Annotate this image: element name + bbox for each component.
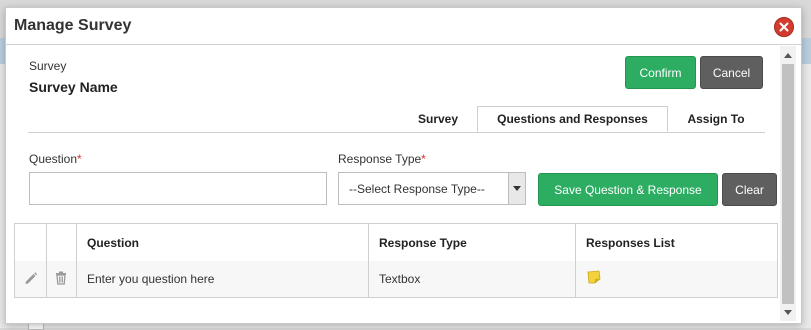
sticky-note-icon xyxy=(587,270,601,284)
table-row: Enter you question here Textbox xyxy=(15,261,777,297)
questions-table: Question Response Type Responses List En… xyxy=(14,223,778,298)
row-response-type: Textbox xyxy=(379,272,421,286)
tab-assign-to[interactable]: Assign To xyxy=(676,106,756,132)
trash-icon xyxy=(56,271,66,285)
confirm-button[interactable]: Confirm xyxy=(625,56,696,89)
required-marker: * xyxy=(77,152,82,166)
survey-label: Survey xyxy=(29,59,67,73)
responses-list-button[interactable] xyxy=(587,270,601,284)
clear-button[interactable]: Clear xyxy=(722,173,777,206)
chevron-down-icon xyxy=(513,186,521,191)
delete-row-button[interactable] xyxy=(53,270,69,286)
survey-name: Survey Name xyxy=(29,79,118,95)
column-header-responses-list: Responses List xyxy=(586,236,675,250)
table-column-divider xyxy=(368,224,369,297)
question-field-label: Question* xyxy=(29,152,82,166)
save-question-response-button[interactable]: Save Question & Response xyxy=(538,173,718,206)
table-column-divider xyxy=(46,224,47,297)
column-header-question: Question xyxy=(87,236,140,250)
title-divider xyxy=(6,44,801,45)
dialog-scrollbar[interactable] xyxy=(780,46,796,321)
close-dialog-button[interactable] xyxy=(774,17,794,37)
column-header-response-type: Response Type xyxy=(379,236,467,250)
question-input[interactable] xyxy=(29,172,327,205)
close-icon xyxy=(779,22,789,32)
cancel-button[interactable]: Cancel xyxy=(700,56,763,89)
scroll-up-arrow-icon[interactable] xyxy=(784,53,792,58)
scrollbar-thumb[interactable] xyxy=(782,64,794,304)
manage-survey-dialog: Manage Survey Survey Survey Name Confirm… xyxy=(5,7,802,324)
dialog-title: Manage Survey xyxy=(14,17,132,34)
tab-questions-and-responses[interactable]: Questions and Responses xyxy=(477,106,668,132)
response-type-select[interactable]: --Select Response Type-- xyxy=(338,172,526,205)
edit-row-button[interactable] xyxy=(23,270,39,286)
tab-survey[interactable]: Survey xyxy=(406,106,470,132)
table-header: Question Response Type Responses List xyxy=(15,224,777,262)
tabs-divider xyxy=(28,132,765,133)
table-column-divider xyxy=(575,224,576,297)
response-type-field-label: Response Type* xyxy=(338,152,426,166)
pencil-icon xyxy=(25,272,38,284)
scroll-down-arrow-icon[interactable] xyxy=(784,310,792,315)
select-arrow-box xyxy=(508,173,525,204)
row-question: Enter you question here xyxy=(87,272,215,286)
response-type-selected-value: --Select Response Type-- xyxy=(349,182,485,196)
table-column-divider xyxy=(76,224,77,297)
required-marker: * xyxy=(421,152,426,166)
